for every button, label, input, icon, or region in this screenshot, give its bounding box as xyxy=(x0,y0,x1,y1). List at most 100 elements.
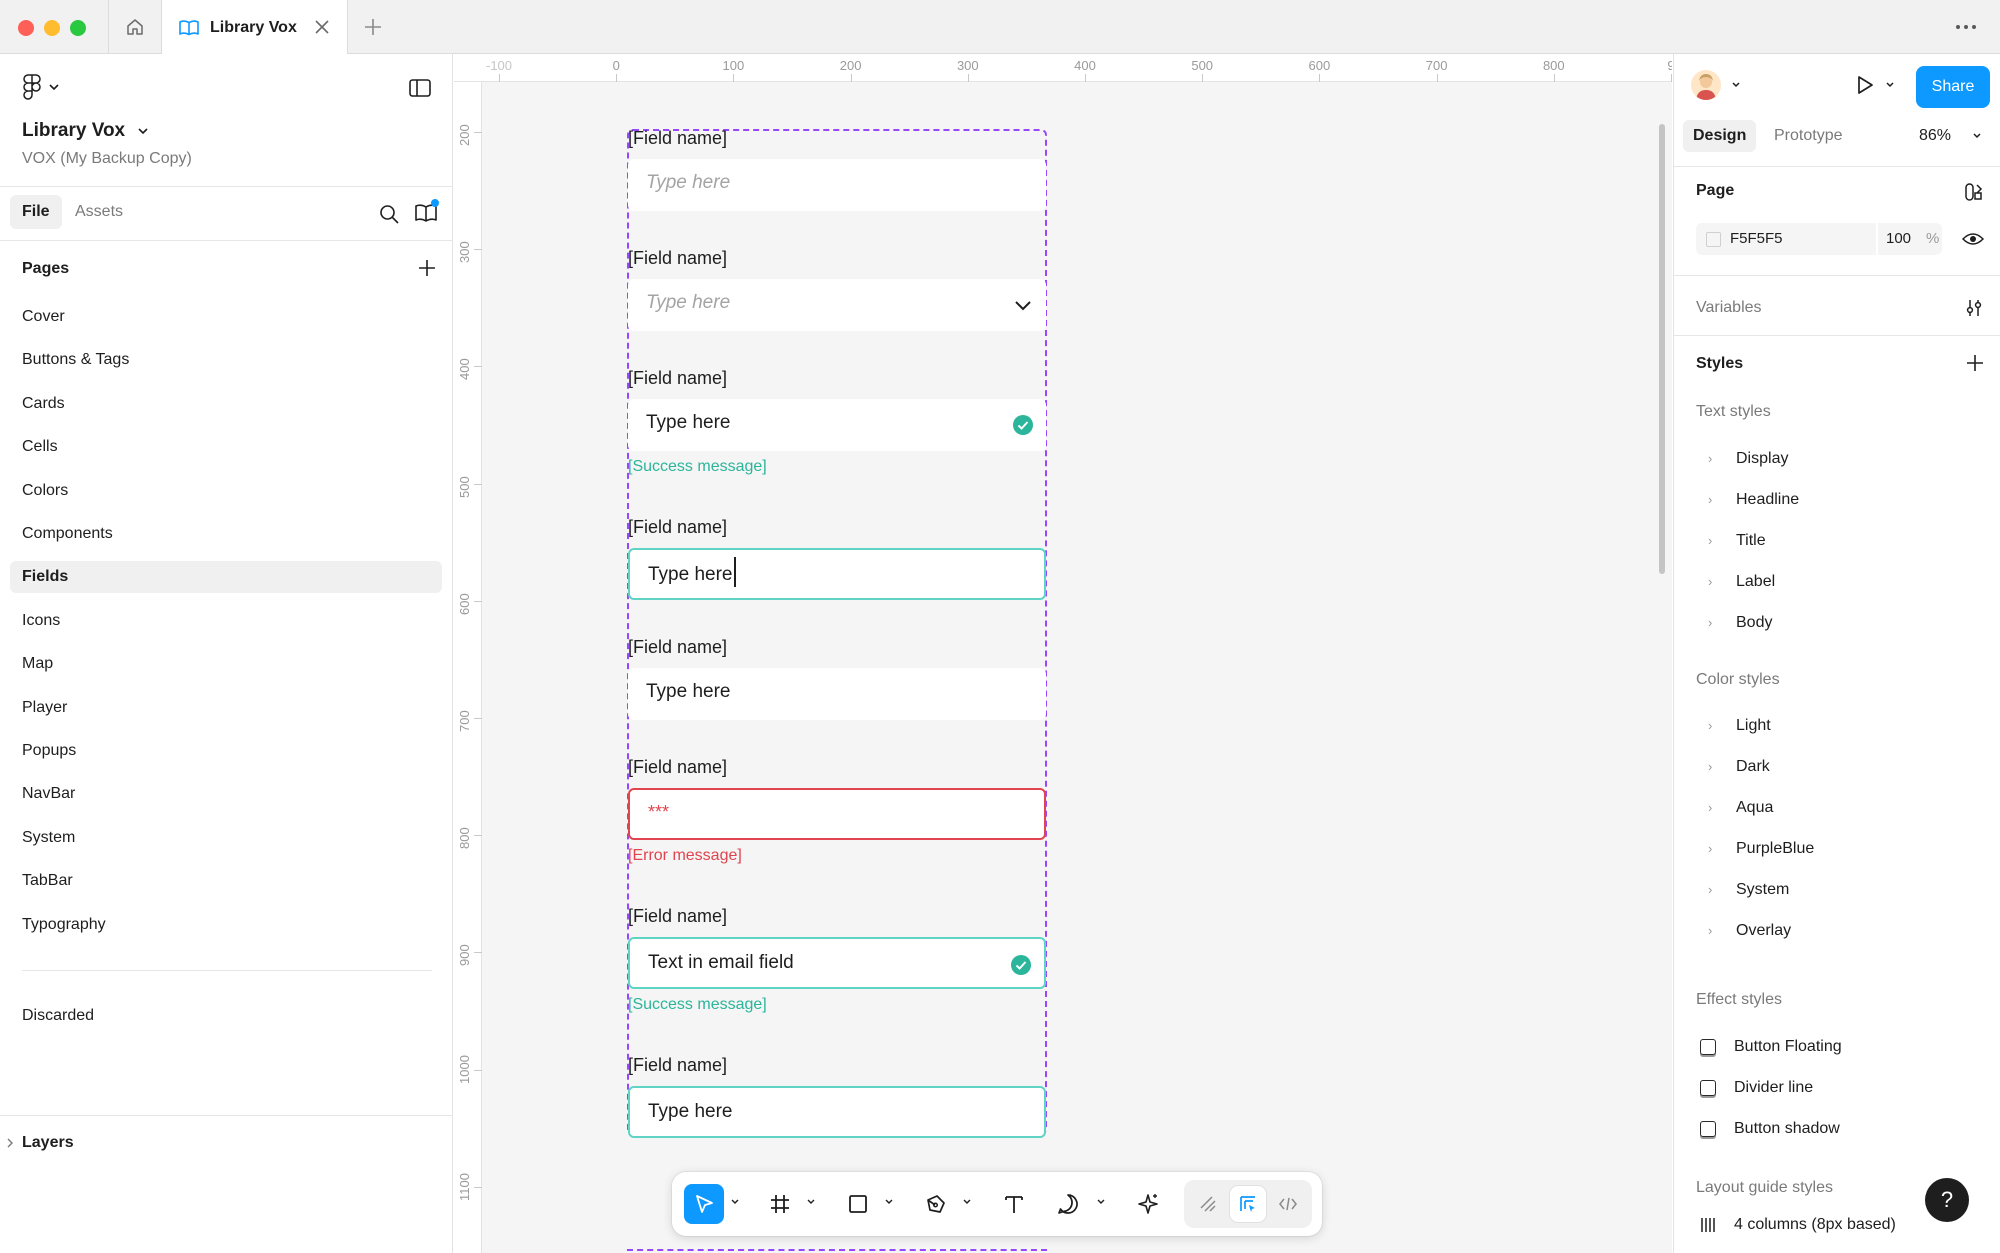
text-style-item[interactable]: › Display xyxy=(1708,447,1788,471)
chevron-down-icon[interactable] xyxy=(1885,81,1895,89)
page-item-map[interactable]: Map xyxy=(10,648,442,680)
page-opacity-field[interactable]: 100 % xyxy=(1878,223,1942,255)
page-item-components[interactable]: Components xyxy=(10,518,442,550)
chevron-down-icon[interactable] xyxy=(1972,132,1982,140)
page-item-buttons-tags[interactable]: Buttons & Tags xyxy=(10,344,442,376)
divider xyxy=(1674,335,2000,336)
help-button[interactable]: ? xyxy=(1925,1178,1969,1222)
text-field[interactable]: Type here xyxy=(628,399,1046,451)
frame-tool[interactable] xyxy=(760,1184,800,1224)
bottom-toolbar xyxy=(672,1172,1322,1236)
layout-guide-style-item[interactable]: 4 columns (8px based) xyxy=(1700,1213,1896,1237)
page-item-popups[interactable]: Popups xyxy=(10,735,442,767)
effect-style-item[interactable]: Button shadow xyxy=(1700,1117,1840,1141)
page-item-system[interactable]: System xyxy=(10,822,442,854)
effect-style-item[interactable]: Divider line xyxy=(1700,1076,1813,1100)
chevron-down-icon[interactable] xyxy=(806,1198,816,1206)
color-style-item[interactable]: › Dark xyxy=(1708,755,1770,779)
text-tool[interactable] xyxy=(994,1184,1034,1224)
color-style-item[interactable]: › PurpleBlue xyxy=(1708,837,1814,861)
library-swap-icon[interactable] xyxy=(1964,182,1984,202)
page-item-icons[interactable]: Icons xyxy=(10,605,442,637)
color-style-item[interactable]: › Light xyxy=(1708,714,1771,738)
window-maximize-button[interactable] xyxy=(70,20,86,36)
main-menu-button[interactable] xyxy=(22,74,60,100)
text-field[interactable]: Text in email field xyxy=(628,937,1046,989)
effect-style-item[interactable]: Button Floating xyxy=(1700,1035,1842,1059)
actions-tool[interactable] xyxy=(1128,1184,1168,1224)
window-minimize-button[interactable] xyxy=(44,20,60,36)
share-button[interactable]: Share xyxy=(1916,66,1990,108)
chevron-down-icon[interactable] xyxy=(1096,1198,1106,1206)
chevron-down-icon[interactable] xyxy=(884,1198,894,1206)
text-style-item[interactable]: › Title xyxy=(1708,529,1766,553)
add-page-icon[interactable] xyxy=(416,257,438,279)
next-frame-edge[interactable] xyxy=(627,1249,1047,1253)
avatar[interactable] xyxy=(1691,70,1721,100)
ruler-horizontal: -100 0 100 200 300 400 500 600 700 800 9 xyxy=(454,54,1672,82)
field-value: Type here xyxy=(648,1101,733,1122)
page-item-player[interactable]: Player xyxy=(10,692,442,724)
tab-prototype[interactable]: Prototype xyxy=(1774,120,1842,152)
chevron-right-icon: › xyxy=(1708,841,1713,856)
rectangle-tool[interactable] xyxy=(838,1184,878,1224)
text-field[interactable]: Type here xyxy=(628,548,1046,600)
page-item-fields[interactable]: Fields xyxy=(10,561,442,594)
more-options-icon[interactable] xyxy=(1954,18,1978,36)
chevron-right-icon: › xyxy=(1708,492,1713,507)
design-mode-button[interactable] xyxy=(1230,1186,1266,1222)
file-tab[interactable]: Library Vox xyxy=(162,0,348,55)
close-tab-icon[interactable] xyxy=(313,18,331,36)
tab-assets[interactable]: Assets xyxy=(75,195,123,229)
window-close-button[interactable] xyxy=(18,20,34,36)
sidebar-toggle-icon[interactable] xyxy=(408,78,432,98)
chevron-down-icon xyxy=(48,82,60,92)
chevron-down-icon[interactable] xyxy=(1731,81,1741,89)
text-field[interactable]: Type here xyxy=(628,668,1046,720)
dropdown-select[interactable]: Type here xyxy=(628,279,1046,331)
text-style-item[interactable]: › Headline xyxy=(1708,488,1799,512)
page-item-navbar[interactable]: NavBar xyxy=(10,778,442,810)
pen-tool[interactable] xyxy=(916,1184,956,1224)
color-swatch[interactable] xyxy=(1706,232,1721,247)
search-icon[interactable] xyxy=(378,203,400,225)
tab-design[interactable]: Design xyxy=(1683,120,1757,152)
ruler-label: 200 xyxy=(457,124,472,146)
dev-mode-button[interactable] xyxy=(1270,1186,1306,1222)
chevron-down-icon[interactable] xyxy=(1012,294,1034,316)
color-style-item[interactable]: › Aqua xyxy=(1708,796,1773,820)
zoom-level[interactable]: 86% xyxy=(1919,120,1951,152)
canvas[interactable]: -100 0 100 200 300 400 500 600 700 800 9 200 300 400… xyxy=(454,54,1672,1253)
page-item-cells[interactable]: Cells xyxy=(10,431,442,463)
file-name-menu[interactable]: Library Vox xyxy=(22,120,149,142)
variables-settings-icon[interactable] xyxy=(1964,298,1984,318)
draw-mode-button[interactable] xyxy=(1190,1186,1226,1222)
layers-section-toggle[interactable]: Layers xyxy=(6,1134,74,1152)
eye-icon[interactable] xyxy=(1962,231,1984,247)
text-style-item[interactable]: › Label xyxy=(1708,570,1775,594)
ruler-label: 300 xyxy=(956,58,979,73)
canvas-scrollbar[interactable] xyxy=(1659,124,1665,574)
add-style-icon[interactable] xyxy=(1965,353,1985,373)
page-item-colors[interactable]: Colors xyxy=(10,475,442,507)
present-play-icon[interactable] xyxy=(1854,74,1876,96)
color-style-item[interactable]: › Overlay xyxy=(1708,919,1791,943)
tab-file[interactable]: File xyxy=(10,195,62,229)
password-field[interactable]: *** xyxy=(628,788,1046,840)
page-item-discarded[interactable]: Discarded xyxy=(10,1000,442,1032)
page-item-tabbar[interactable]: TabBar xyxy=(10,865,442,897)
color-style-item[interactable]: › System xyxy=(1708,878,1789,902)
page-item-typography[interactable]: Typography xyxy=(10,909,442,941)
text-field[interactable]: Type here xyxy=(628,159,1046,211)
chevron-down-icon[interactable] xyxy=(730,1198,740,1206)
page-color-field[interactable]: F5F5F5 xyxy=(1696,223,1876,255)
comment-tool[interactable] xyxy=(1048,1184,1088,1224)
new-tab-icon[interactable] xyxy=(362,16,384,38)
move-tool[interactable] xyxy=(684,1184,724,1224)
page-item-cover[interactable]: Cover xyxy=(10,301,442,333)
page-item-cards[interactable]: Cards xyxy=(10,388,442,420)
text-field[interactable]: Type here xyxy=(628,1086,1046,1138)
text-style-item[interactable]: › Body xyxy=(1708,611,1772,635)
chevron-down-icon[interactable] xyxy=(962,1198,972,1206)
home-tab[interactable] xyxy=(108,0,162,54)
